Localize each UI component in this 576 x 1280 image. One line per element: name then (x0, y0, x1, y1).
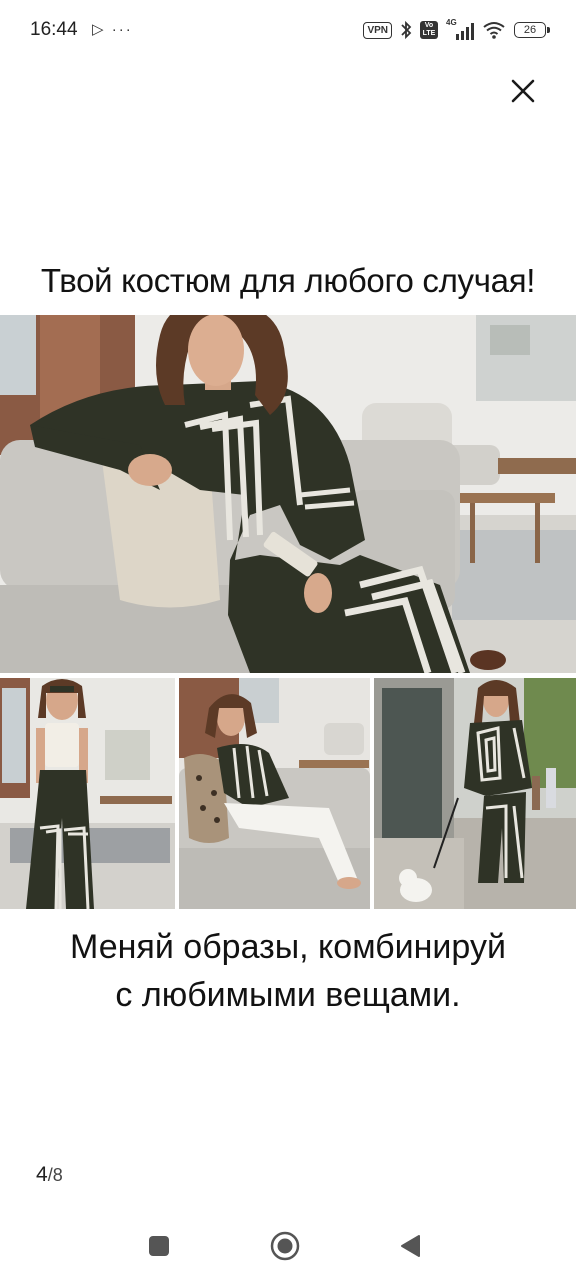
caption-line-2: с любимыми вещами. (115, 976, 461, 1014)
hero-photo[interactable] (0, 315, 576, 673)
look-photo-2[interactable] (179, 678, 370, 909)
wifi-icon (482, 20, 506, 40)
system-nav-bar (0, 1210, 576, 1280)
status-time: 16:44 (30, 19, 78, 40)
bluetooth-icon (400, 20, 412, 40)
look-photo-3[interactable] (374, 678, 576, 909)
recents-icon (149, 1236, 169, 1256)
status-icons: VPN Vo LTE 4G 26 (363, 18, 550, 42)
back-icon (401, 1235, 420, 1257)
notification-icons: ▷ ··· (92, 20, 133, 38)
home-button[interactable] (268, 1229, 302, 1263)
ad-caption: Меняй образы, комбинируй с любимыми веща… (0, 923, 576, 1019)
page-total: 8 (52, 1165, 63, 1185)
cell-signal-icon: 4G (446, 18, 474, 40)
volte-icon: Vo LTE (420, 21, 438, 39)
caption-line-1: Меняй образы, комбинируй (70, 928, 506, 966)
page-current: 4 (36, 1163, 48, 1186)
play-icon: ▷ (92, 21, 106, 38)
status-bar: 16:44 ▷ ··· VPN Vo LTE 4G 26 (0, 0, 576, 62)
close-icon (511, 79, 535, 103)
close-button[interactable] (505, 73, 541, 109)
more-dots-icon: ··· (111, 21, 133, 38)
home-icon (270, 1231, 300, 1261)
back-button[interactable] (393, 1229, 427, 1263)
ad-headline: Твой костюм для любого случая! (40, 262, 536, 299)
recents-button[interactable] (142, 1229, 176, 1263)
battery-icon: 26 (514, 22, 550, 38)
look-photo-1[interactable] (0, 678, 175, 909)
page-indicator: 4/8 (36, 1163, 63, 1187)
vpn-icon: VPN (363, 21, 392, 39)
